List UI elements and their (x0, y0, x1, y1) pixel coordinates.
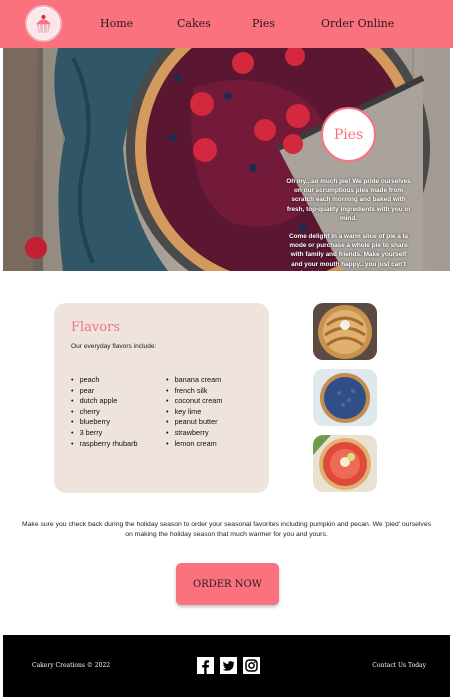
pies-title: Pies (333, 126, 364, 143)
twitter-icon[interactable] (220, 657, 237, 674)
list-item: banana cream (166, 375, 222, 386)
flavor-list-left: peach pear dutch apple cherry blueberry … (71, 375, 138, 449)
nav-pies[interactable]: Pies (252, 17, 275, 30)
list-item: cherry (71, 407, 138, 418)
hero-banner: Pies Oh my...so much pie! We pride ourse… (3, 48, 450, 271)
list-item: peach (71, 375, 138, 386)
instagram-icon[interactable] (243, 657, 260, 674)
list-item: blueberry (71, 417, 138, 428)
list-item: french silk (166, 386, 222, 397)
list-item: strawberry (166, 428, 222, 439)
list-item: lemon cream (166, 439, 222, 450)
strawberry-pie-thumbnail (313, 435, 377, 492)
list-item: peanut butter (166, 417, 222, 428)
flavors-card: Flavors Our everyday flavors include: pe… (54, 303, 269, 493)
list-item: pear (71, 386, 138, 397)
footer: Cakery Creations © 2022 Contact Us Today (3, 635, 450, 697)
holiday-message: Make sure you check back during the holi… (21, 521, 431, 538)
facebook-icon[interactable] (197, 657, 214, 674)
hero-paragraph-1: Oh my...so much pie! We pride ourselves … (286, 178, 411, 222)
hero-paragraph-2: Come delight in a warm slice of pie a la… (289, 233, 408, 271)
flavor-list-right: banana cream french silk coconut cream k… (166, 375, 223, 450)
flavors-intro: Our everyday flavors include: (71, 343, 157, 350)
nav-home[interactable]: Home (100, 17, 133, 30)
cupcake-logo-icon[interactable] (25, 5, 62, 42)
top-nav: Home Cakes Pies Order Online (0, 0, 453, 48)
list-item: 3 berry (71, 428, 138, 439)
nav-order-online[interactable]: Order Online (321, 17, 394, 30)
nav-cakes[interactable]: Cakes (177, 17, 211, 30)
list-item: raspberry rhubarb (71, 439, 138, 450)
copyright-text: Cakery Creations © 2022 (32, 662, 111, 669)
list-item: key lime (166, 407, 222, 418)
list-item: coconut cream (166, 396, 223, 407)
flavors-title: Flavors (71, 320, 120, 335)
order-now-button[interactable]: ORDER NOW (176, 563, 279, 605)
apple-pie-thumbnail (313, 303, 377, 360)
contact-us-link[interactable]: Contact Us Today (372, 662, 426, 669)
list-item: dutch apple (71, 396, 138, 407)
blueberry-pie-thumbnail (313, 369, 377, 426)
hero-description: Oh my...so much pie! We pride ourselves … (286, 177, 411, 271)
pies-title-badge: Pies (321, 107, 376, 162)
